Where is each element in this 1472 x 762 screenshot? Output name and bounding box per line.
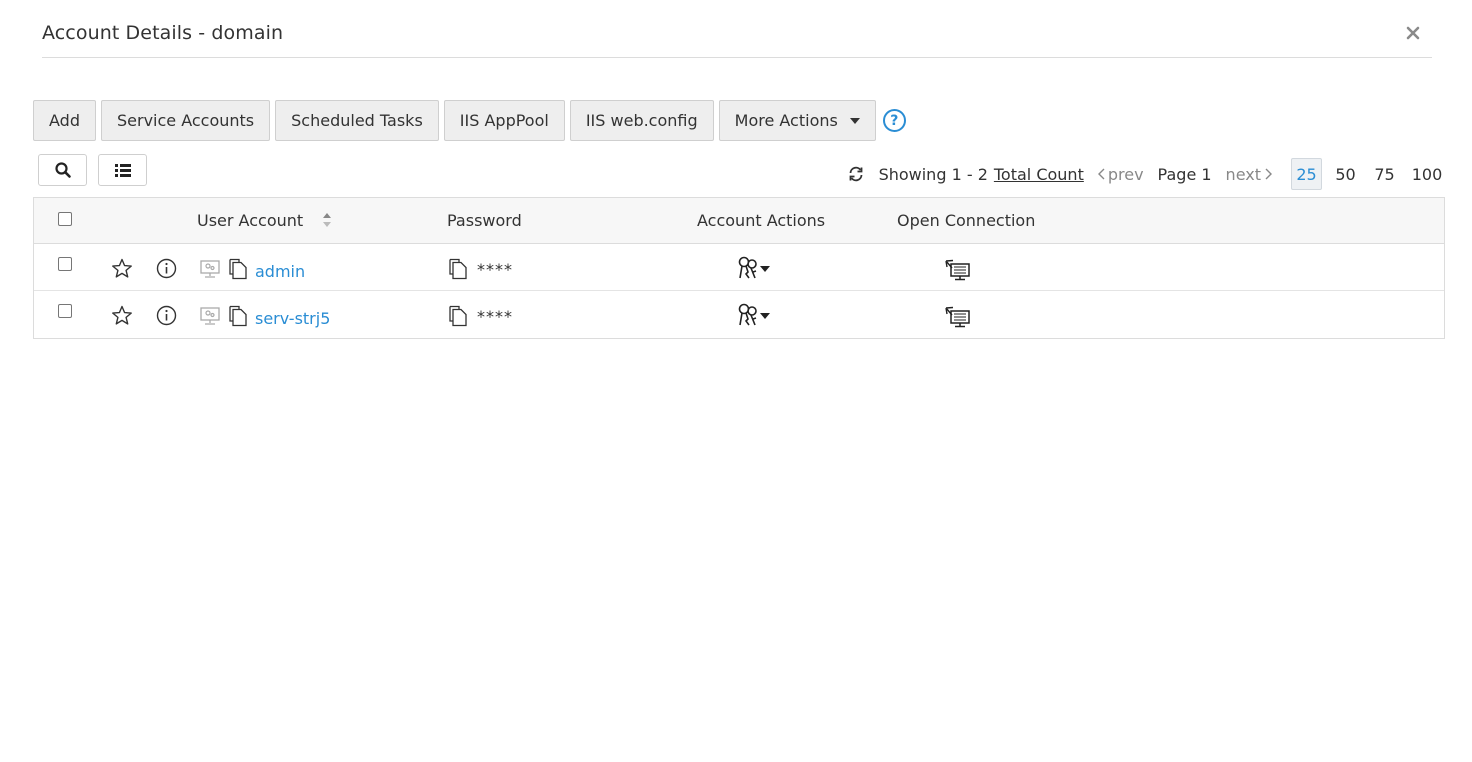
next-label: next (1225, 164, 1261, 184)
copy-icon[interactable] (228, 258, 248, 284)
dialog-title: Account Details - domain (42, 22, 284, 44)
remote-desktop-disabled-icon (199, 306, 221, 330)
page-size-100[interactable]: 100 (1408, 158, 1446, 190)
table-row: admin **** (34, 244, 1444, 291)
open-connection-icon[interactable] (945, 259, 971, 285)
star-icon[interactable] (111, 305, 133, 330)
password-masked: **** (477, 307, 513, 326)
column-view-button[interactable] (98, 154, 147, 186)
next-page-button[interactable]: next (1226, 165, 1275, 184)
page-size-25[interactable]: 25 (1291, 158, 1322, 190)
pagination-bar: Showing 1 - 2 Total Count prev Page 1 ne… (847, 158, 1446, 190)
more-actions-button[interactable]: More Actions (718, 100, 876, 141)
iis-webconfig-button[interactable]: IIS web.config (569, 100, 714, 141)
star-icon[interactable] (111, 258, 133, 283)
password-masked: **** (477, 260, 513, 279)
sort-icon[interactable] (322, 212, 332, 232)
account-details-dialog: Account Details - domain Add Service Acc… (0, 0, 1472, 762)
account-actions-keys-icon[interactable] (737, 256, 771, 284)
select-all-checkbox[interactable] (58, 212, 72, 226)
open-connection-icon[interactable] (945, 306, 971, 332)
copy-icon[interactable] (228, 305, 248, 331)
column-header-password: Password (447, 211, 522, 230)
showing-range: Showing 1 - 2 (878, 164, 988, 184)
column-header-open-connection: Open Connection (897, 211, 1036, 230)
help-icon[interactable]: ? (882, 109, 906, 132)
caret-down-icon (849, 117, 860, 124)
row-checkbox[interactable] (58, 304, 72, 318)
list-icon (114, 164, 131, 177)
chevron-left-icon (1097, 168, 1105, 180)
user-account-header-label: User Account (197, 211, 304, 230)
action-toolbar: Add Service Accounts Scheduled Tasks IIS… (33, 100, 906, 141)
close-icon[interactable] (1404, 24, 1422, 42)
page-indicator: Page 1 (1157, 164, 1212, 184)
remote-desktop-disabled-icon (199, 259, 221, 283)
more-actions-label: More Actions (734, 111, 838, 130)
page-size-selector: 25 50 75 100 (1291, 158, 1446, 190)
copy-password-icon[interactable] (448, 258, 468, 284)
search-button[interactable] (38, 154, 87, 186)
column-header-user-account[interactable]: User Account (197, 211, 332, 232)
column-header-account-actions: Account Actions (697, 211, 826, 230)
dialog-header: Account Details - domain (42, 0, 1432, 58)
prev-label: prev (1107, 164, 1144, 184)
table-header: User Account Password Account Actions Op… (34, 198, 1444, 244)
service-accounts-button[interactable]: Service Accounts (100, 100, 271, 141)
scheduled-tasks-button[interactable]: Scheduled Tasks (275, 100, 439, 141)
info-icon[interactable] (156, 258, 177, 283)
user-account-link[interactable]: admin (255, 262, 305, 281)
table-row: serv-strj5 **** (34, 291, 1444, 338)
refresh-icon[interactable] (847, 165, 865, 183)
copy-password-icon[interactable] (448, 305, 468, 331)
accounts-table: User Account Password Account Actions Op… (33, 197, 1445, 339)
prev-page-button[interactable]: prev (1096, 165, 1144, 184)
chevron-right-icon (1265, 168, 1272, 180)
iis-apppool-button[interactable]: IIS AppPool (443, 100, 565, 141)
page-size-50[interactable]: 50 (1330, 158, 1361, 190)
user-account-link[interactable]: serv-strj5 (255, 309, 330, 328)
row-checkbox[interactable] (58, 257, 72, 271)
search-icon (54, 162, 71, 178)
total-count-link[interactable]: Total Count (994, 165, 1084, 184)
page-size-75[interactable]: 75 (1369, 158, 1400, 190)
add-button[interactable]: Add (33, 100, 96, 141)
account-actions-keys-icon[interactable] (737, 303, 771, 331)
info-icon[interactable] (156, 305, 177, 330)
